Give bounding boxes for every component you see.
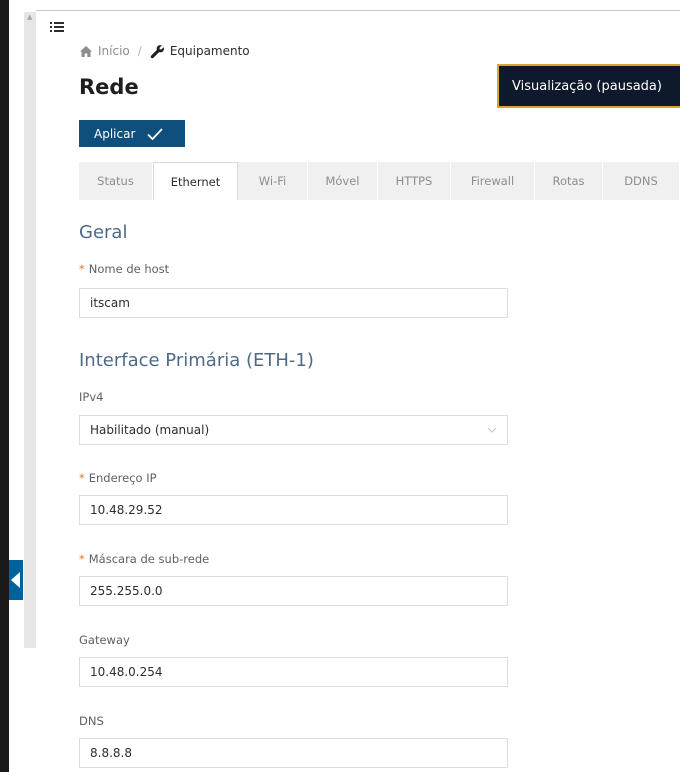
video-preview-panel[interactable]: Visualização (pausada) [497, 64, 680, 108]
gateway-label: Gateway [79, 633, 130, 647]
section-title-general: Geral [79, 222, 128, 243]
ip-address-input[interactable] [79, 495, 508, 525]
apply-button[interactable]: Aplicar [79, 120, 185, 147]
subnet-mask-label: * Máscara de sub-rede [79, 552, 210, 566]
hostname-label: * Nome de host [79, 262, 170, 276]
tab-rotas[interactable]: Rotas [535, 162, 603, 200]
breadcrumb-current: Equipamento [169, 44, 250, 58]
breadcrumb-home-link[interactable]: Início [98, 44, 130, 58]
top-divider [36, 10, 680, 11]
ipv4-select[interactable]: Habilitado (manual) [79, 415, 508, 445]
dns-label: DNS [79, 714, 104, 728]
app-root: ▲ Início / Equipamento Rede Visualização… [0, 0, 680, 772]
gateway-input[interactable] [79, 657, 508, 687]
tab-firewall[interactable]: Firewall [451, 162, 535, 200]
section-title-primary-interface: Interface Primária (ETH-1) [79, 350, 314, 371]
ipv4-label: IPv4 [79, 390, 104, 404]
apply-button-label: Aplicar [94, 126, 136, 141]
required-mark: * [79, 471, 85, 485]
ip-address-label: * Endereço IP [79, 471, 157, 485]
tab-wifi[interactable]: Wi-Fi [238, 162, 308, 200]
ipv4-selected-value: Habilitado (manual) [90, 423, 210, 437]
breadcrumb: Início / Equipamento [79, 43, 250, 59]
left-edge-bar [0, 0, 9, 772]
required-mark: * [79, 262, 85, 276]
sidebar-collapse-tab[interactable] [9, 560, 23, 600]
tab-https[interactable]: HTTPS [378, 162, 451, 200]
page-title: Rede [79, 75, 139, 99]
wrench-icon [150, 44, 164, 58]
tab-status[interactable]: Status [79, 162, 153, 200]
home-icon[interactable] [79, 45, 93, 58]
scroll-up-icon[interactable]: ▲ [27, 14, 32, 21]
tab-movel[interactable]: Móvel [308, 162, 378, 200]
settings-tabs: Status Ethernet Wi-Fi Móvel HTTPS Firewa… [79, 162, 680, 200]
required-mark: * [79, 552, 85, 566]
tab-ethernet[interactable]: Ethernet [153, 162, 238, 200]
menu-list-icon[interactable] [50, 21, 64, 33]
preview-status-label: Visualização (pausada) [512, 78, 662, 94]
hostname-input[interactable] [79, 288, 508, 318]
subnet-mask-input[interactable] [79, 576, 508, 606]
breadcrumb-separator: / [137, 44, 142, 58]
dns-input[interactable] [79, 738, 508, 768]
tab-ddns[interactable]: DDNS [603, 162, 680, 200]
sidebar-scrollbar[interactable] [24, 12, 36, 648]
checkmark-icon [147, 127, 164, 140]
chevron-down-icon [487, 427, 497, 433]
